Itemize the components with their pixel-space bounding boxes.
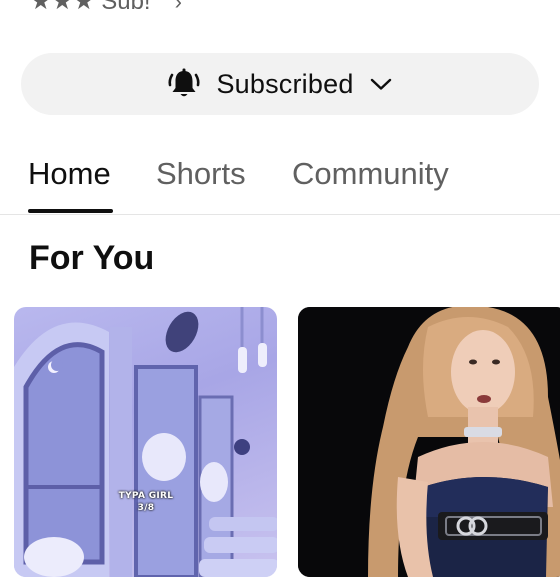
bell-icon xyxy=(166,66,202,102)
short-card[interactable] xyxy=(298,307,560,577)
chevron-right-icon: › xyxy=(174,0,182,14)
short-caption-line2: 3/8 xyxy=(137,503,155,513)
short-thumbnail-1 xyxy=(14,307,277,577)
short-thumbnail-2 xyxy=(298,307,560,577)
channel-top-text: ★★★ Sub! xyxy=(30,0,151,15)
channel-tabs: Home Shorts Community xyxy=(0,140,560,215)
subscribed-button[interactable]: Subscribed xyxy=(21,53,539,115)
channel-top-row[interactable]: ★★★ Sub! › xyxy=(30,0,182,16)
tab-home[interactable]: Home xyxy=(28,156,111,192)
tab-community[interactable]: Community xyxy=(292,156,449,192)
short-caption-line1: TYPA GIRL xyxy=(118,491,174,501)
short-card[interactable]: TYPA GIRL 3/8 xyxy=(14,307,277,577)
subscribed-label: Subscribed xyxy=(216,68,354,99)
active-tab-indicator xyxy=(28,209,113,213)
tab-shorts[interactable]: Shorts xyxy=(156,156,246,192)
short-caption: TYPA GIRL 3/8 xyxy=(106,490,186,514)
chevron-down-icon xyxy=(368,71,394,97)
section-title: For You xyxy=(29,239,155,277)
